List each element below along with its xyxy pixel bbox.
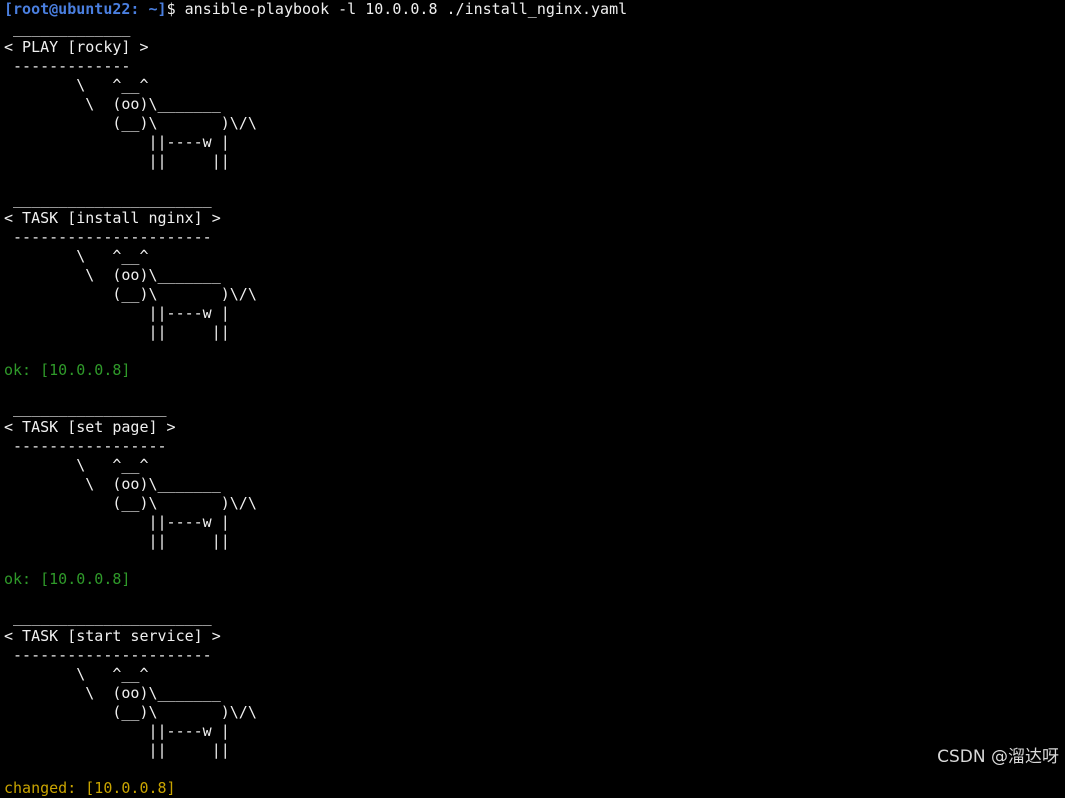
command-text: ansible-playbook -l 10.0.0.8 ./install_n… — [175, 0, 628, 18]
cow-art-line: (__)\ )\/\ — [4, 703, 257, 721]
prompt-user-host: [root@ubuntu22: ~] — [4, 0, 167, 18]
task-banner-bottom: ---------------------- — [4, 228, 212, 246]
command-line: [root@ubuntu22: ~]$ ansible-playbook -l … — [4, 0, 1065, 19]
terminal-window[interactable]: [root@ubuntu22: ~]$ ansible-playbook -l … — [0, 0, 1065, 797]
cow-art-line: (__)\ )\/\ — [4, 285, 257, 303]
task-banner-title: < TASK [install nginx] > — [4, 209, 221, 227]
cow-art-line: \ (oo)\_______ — [4, 475, 221, 493]
cow-art-line: \ (oo)\_______ — [4, 266, 221, 284]
cow-art-line: ||----w | — [4, 722, 230, 740]
cow-art-line: ||----w | — [4, 304, 230, 322]
cow-art-line: || || — [4, 741, 230, 759]
play-banner-title: < PLAY [rocky] > — [4, 38, 149, 56]
cow-art-line: ||----w | — [4, 133, 230, 151]
task-banner-top: ______________________ — [4, 608, 212, 626]
task-banner-title: < TASK [set page] > — [4, 418, 176, 436]
task-banner-top: ______________________ — [4, 190, 212, 208]
task-result-changed: changed: [10.0.0.8] — [4, 779, 176, 797]
task-result-ok: ok: [10.0.0.8] — [4, 361, 131, 379]
cow-art-line: \ ^__^ — [4, 456, 149, 474]
play-banner-top: _____________ — [4, 19, 131, 37]
csdn-watermark: CSDN @溜达呀 — [937, 747, 1059, 767]
cow-art-line: (__)\ )\/\ — [4, 494, 257, 512]
play-banner-bottom: ------------- — [4, 57, 131, 75]
cow-art-line: \ ^__^ — [4, 665, 149, 683]
cow-art-line: ||----w | — [4, 513, 230, 531]
task-banner-top: _________________ — [4, 399, 167, 417]
task-banner-bottom: ----------------- — [4, 437, 167, 455]
cow-art-line: \ ^__^ — [4, 247, 149, 265]
cow-art-line: || || — [4, 152, 230, 170]
task-banner-title: < TASK [start service] > — [4, 627, 221, 645]
cow-art-line: \ (oo)\_______ — [4, 95, 221, 113]
cow-art-line: || || — [4, 323, 230, 341]
cow-art-line: || || — [4, 532, 230, 550]
cow-art-line: \ (oo)\_______ — [4, 684, 221, 702]
task-banner-bottom: ---------------------- — [4, 646, 212, 664]
prompt-symbol: $ — [166, 0, 176, 18]
task-result-ok: ok: [10.0.0.8] — [4, 570, 131, 588]
cow-art-line: \ ^__^ — [4, 76, 149, 94]
cow-art-line: (__)\ )\/\ — [4, 114, 257, 132]
